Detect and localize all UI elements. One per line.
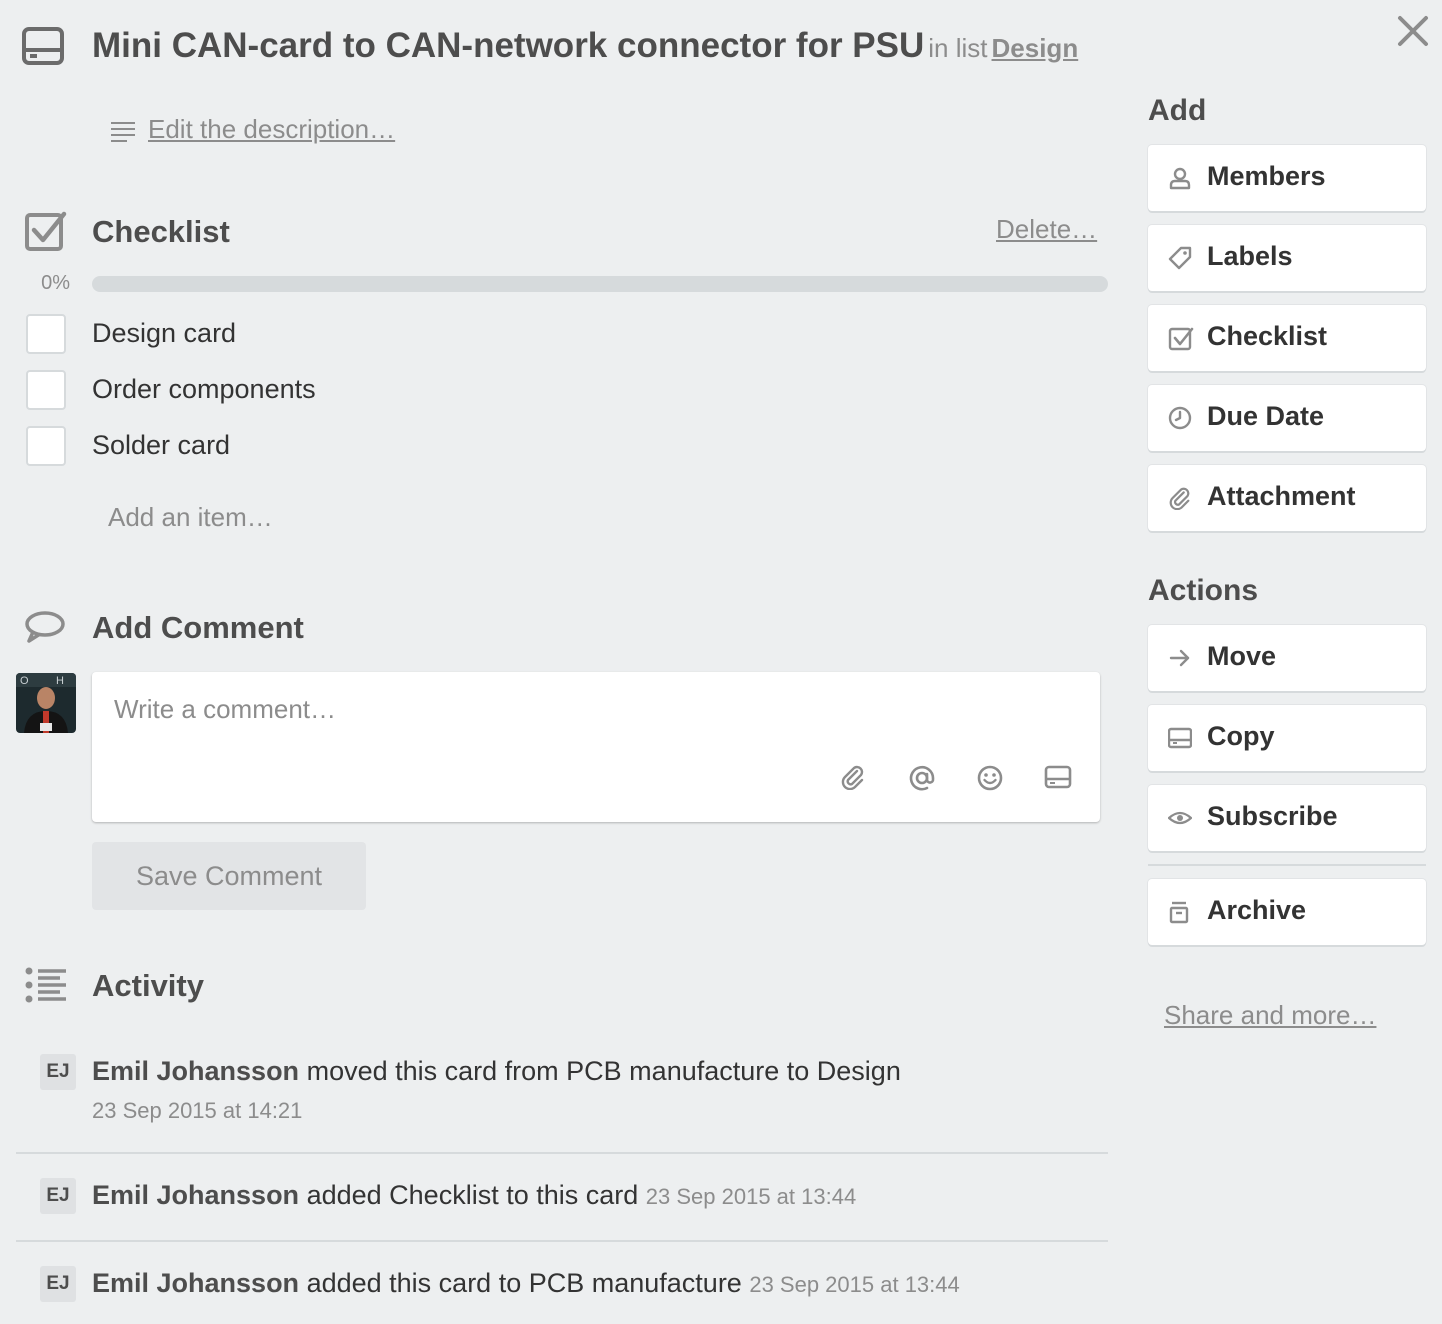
copy-button-label: Copy <box>1207 721 1275 751</box>
person-icon <box>1168 166 1192 195</box>
checklist-item-checkbox[interactable] <box>26 314 66 354</box>
card-icon <box>1167 726 1193 755</box>
close-icon[interactable] <box>1396 14 1430 48</box>
attachment-button-label: Attachment <box>1207 481 1356 511</box>
member-initials-avatar[interactable]: EJ <box>40 1054 76 1090</box>
arrow-right-icon <box>1168 646 1192 675</box>
checklist-item-checkbox[interactable] <box>26 426 66 466</box>
tag-icon <box>1168 246 1192 275</box>
checklist-item-checkbox[interactable] <box>26 370 66 410</box>
activity-title: Activity <box>92 968 204 1003</box>
sidebar-divider <box>1148 864 1426 866</box>
card-title-text[interactable]: Mini CAN-card to CAN-network connector f… <box>92 26 924 65</box>
description-icon <box>110 121 136 143</box>
checklist-title: Checklist <box>92 214 230 249</box>
subscribe-button-label: Subscribe <box>1207 801 1338 831</box>
comment-input[interactable]: Write a comment… <box>92 672 1100 822</box>
copy-button[interactable]: Copy <box>1148 705 1426 771</box>
paperclip-icon[interactable] <box>840 764 866 790</box>
eye-icon <box>1167 806 1193 835</box>
activity-list-icon <box>24 966 68 1004</box>
list-name-link[interactable]: Design <box>992 33 1079 63</box>
speech-bubble-icon <box>24 610 66 644</box>
sidebar-actions-heading: Actions <box>1148 574 1259 607</box>
checklist-button[interactable]: Checklist <box>1148 305 1426 371</box>
labels-button[interactable]: Labels <box>1148 225 1426 291</box>
activity-user[interactable]: Emil Johansson <box>92 1056 299 1086</box>
checklist-item-label[interactable]: Design card <box>92 318 236 349</box>
card-icon[interactable] <box>1044 764 1072 790</box>
at-sign-icon[interactable] <box>908 764 936 792</box>
add-checklist-item-link[interactable]: Add an item… <box>108 502 273 533</box>
labels-button-label: Labels <box>1207 241 1293 271</box>
checklist-item-label[interactable]: Solder card <box>92 430 230 461</box>
activity-text: moved this card from PCB manufacture to … <box>306 1056 901 1086</box>
activity-date[interactable]: 23 Sep 2015 at 13:44 <box>749 1272 959 1297</box>
share-and-more-link[interactable]: Share and more… <box>1164 1000 1376 1031</box>
members-button[interactable]: Members <box>1148 145 1426 211</box>
activity-user[interactable]: Emil Johansson <box>92 1268 299 1298</box>
clock-icon <box>1168 406 1192 435</box>
checklist-icon <box>24 210 68 254</box>
attachment-button[interactable]: Attachment <box>1148 465 1426 531</box>
card-title[interactable]: Mini CAN-card to CAN-network connector f… <box>92 26 1078 66</box>
activity-entry: Emil Johansson added this card to PCB ma… <box>92 1268 960 1299</box>
checklist-progress-bar <box>92 276 1108 292</box>
checklist-delete-link[interactable]: Delete… <box>996 214 1097 245</box>
activity-user[interactable]: Emil Johansson <box>92 1180 299 1210</box>
due-date-button[interactable]: Due Date <box>1148 385 1426 451</box>
move-button-label: Move <box>1207 641 1277 671</box>
activity-date[interactable]: 23 Sep 2015 at 13:44 <box>646 1184 856 1209</box>
emoji-icon[interactable] <box>976 764 1004 792</box>
activity-entry: Emil Johansson added Checklist to this c… <box>92 1180 856 1211</box>
edit-description-link[interactable]: Edit the description… <box>148 114 395 145</box>
archive-icon <box>1168 900 1192 929</box>
comment-placeholder: Write a comment… <box>114 694 337 724</box>
activity-date[interactable]: 23 Sep 2015 at 14:21 <box>92 1098 302 1124</box>
activity-divider <box>16 1240 1108 1242</box>
avatar[interactable]: OH <box>16 673 76 733</box>
subscribe-button[interactable]: Subscribe <box>1148 785 1426 851</box>
sidebar-add-heading: Add <box>1148 94 1207 127</box>
checklist-button-label: Checklist <box>1207 321 1328 351</box>
archive-button-label: Archive <box>1207 895 1307 925</box>
add-comment-title: Add Comment <box>92 610 304 645</box>
svg-text:O: O <box>20 675 29 687</box>
save-comment-button[interactable]: Save Comment <box>92 842 366 910</box>
archive-button[interactable]: Archive <box>1148 879 1426 945</box>
card-icon <box>22 27 64 65</box>
svg-text:H: H <box>56 675 64 687</box>
checklist-progress-percent: 0% <box>41 272 70 294</box>
checkbox-icon <box>1168 326 1194 357</box>
activity-divider <box>16 1152 1108 1154</box>
in-list-prefix: in list <box>928 33 988 63</box>
activity-text: added Checklist to this card <box>306 1180 639 1210</box>
checklist-item-label[interactable]: Order components <box>92 374 316 405</box>
activity-text: added this card to PCB manufacture <box>306 1268 742 1298</box>
move-button[interactable]: Move <box>1148 625 1426 691</box>
member-initials-avatar[interactable]: EJ <box>40 1266 76 1302</box>
member-initials-avatar[interactable]: EJ <box>40 1178 76 1214</box>
members-button-label: Members <box>1207 161 1326 191</box>
paperclip-icon <box>1168 486 1192 515</box>
activity-entry: Emil Johansson moved this card from PCB … <box>92 1056 901 1087</box>
due-date-button-label: Due Date <box>1207 401 1325 431</box>
